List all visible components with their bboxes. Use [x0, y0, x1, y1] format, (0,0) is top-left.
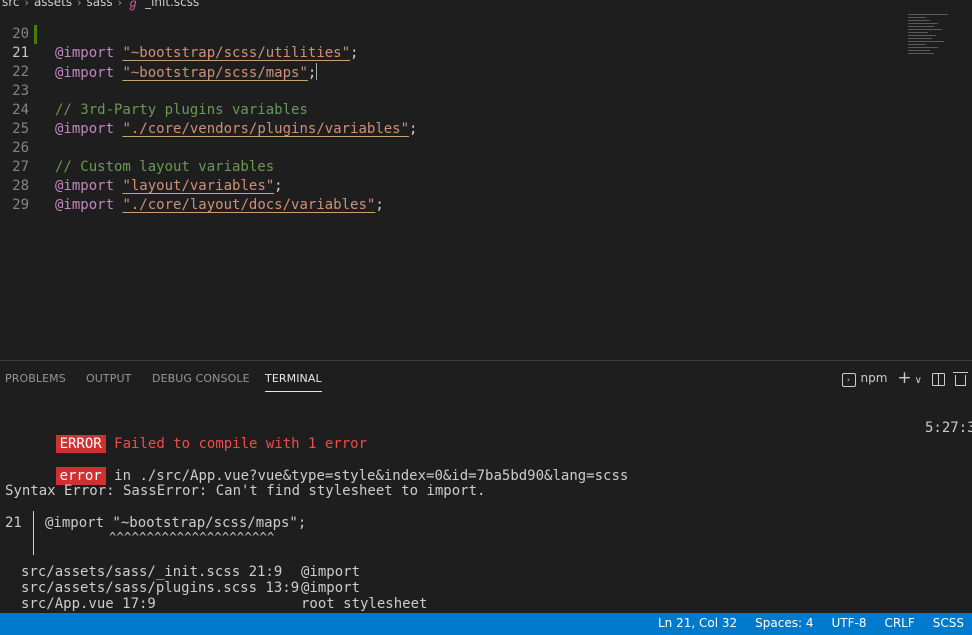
- stack-what: @import: [301, 580, 361, 596]
- code-excerpt-gutter: [33, 511, 34, 555]
- breadcrumb-item[interactable]: sass: [87, 0, 113, 9]
- code-line[interactable]: 26 // Custom layout variables: [0, 120, 900, 175]
- terminal-line: error in ./src/App.vue?vue&type=style&in…: [5, 451, 628, 485]
- error-location: in ./src/App.vue?vue&type=style&index=0&…: [105, 468, 629, 484]
- breadcrumb-item[interactable]: _init.scss: [145, 0, 199, 9]
- code-editor[interactable]: 20 @import "~bootstrap/scss/utilities"; …: [0, 0, 972, 360]
- stack-file: src/App.vue 17:9: [21, 596, 156, 612]
- breadcrumb: src › assets › sass › ℊ _init.scss: [0, 0, 972, 11]
- code-line[interactable]: 28 @import "./core/layout/docs/variables…: [0, 158, 900, 213]
- code-line[interactable]: 22: [0, 44, 900, 80]
- plus-icon: +: [897, 367, 912, 388]
- panel-actions: › npm + ∨: [841, 369, 968, 387]
- status-bar: Ln 21, Col 32 Spaces: 4 UTF-8 CRLF SCSS: [0, 613, 972, 635]
- chevron-right-icon: ›: [77, 0, 82, 9]
- indentation[interactable]: Spaces: 4: [755, 616, 813, 630]
- tab-debug-console[interactable]: DEBUG CONSOLE: [152, 372, 250, 385]
- line-number: 29: [12, 197, 29, 213]
- tab-problems[interactable]: PROBLEMS: [5, 372, 66, 385]
- code-line[interactable]: 29: [0, 177, 900, 213]
- cursor-position[interactable]: Ln 21, Col 32: [658, 616, 737, 630]
- line-endings[interactable]: CRLF: [884, 616, 914, 630]
- trash-icon[interactable]: [953, 371, 968, 386]
- code-line[interactable]: 27 @import "layout/variables";: [0, 139, 900, 194]
- new-terminal-button[interactable]: + ∨: [897, 369, 922, 387]
- error-message: Failed to compile with 1 error: [114, 436, 368, 452]
- terminal-icon: ›: [841, 373, 856, 387]
- minimap[interactable]: [908, 14, 964, 64]
- breadcrumb-item[interactable]: src: [2, 0, 20, 9]
- error-carets: ^^^^^^^^^^^^^^^^^^^^^^: [109, 530, 275, 544]
- chevron-right-icon: ›: [117, 0, 123, 9]
- keyword: @import: [55, 197, 115, 213]
- encoding[interactable]: UTF-8: [831, 616, 866, 630]
- code-line[interactable]: 23 // 3rd-Party plugins variables: [0, 63, 900, 118]
- string: "./core/layout/docs/variables": [122, 197, 376, 213]
- bottom-panel: PROBLEMS OUTPUT DEBUG CONSOLE TERMINAL ›…: [0, 360, 972, 614]
- language-mode[interactable]: SCSS: [933, 616, 964, 630]
- timestamp: 5:27:3: [925, 420, 972, 436]
- chevron-right-icon: ›: [24, 0, 29, 9]
- stack-file: src/assets/sass/plugins.scss 13:9: [21, 580, 300, 596]
- stack-file: src/assets/sass/_init.scss 21:9: [21, 564, 283, 580]
- code-line[interactable]: 25: [0, 101, 900, 137]
- code-excerpt-line-number: 21: [5, 515, 22, 531]
- sass-file-icon: ℊ: [127, 0, 140, 10]
- terminal-line: ERROR Failed to compile with 1 error: [5, 419, 367, 453]
- panel-tabs: PROBLEMS OUTPUT DEBUG CONSOLE TERMINAL: [0, 361, 972, 396]
- code-line[interactable]: 24 @import "./core/vendors/plugins/varia…: [0, 82, 900, 137]
- stack-what: @import: [301, 564, 361, 580]
- chevron-down-icon: ∨: [914, 374, 922, 386]
- terminal-selector[interactable]: › npm: [841, 371, 887, 387]
- code-line-active[interactable]: 21 @import "~bootstrap/scss/maps";: [0, 25, 900, 81]
- syntax-error-line: Syntax Error: SassError: Can't find styl…: [5, 483, 486, 499]
- stack-what: root stylesheet: [301, 596, 428, 612]
- split-terminal-icon[interactable]: [932, 372, 945, 386]
- status-bar-right: Ln 21, Col 32 Spaces: 4 UTF-8 CRLF SCSS: [658, 616, 964, 630]
- tab-terminal[interactable]: TERMINAL: [265, 372, 322, 392]
- breadcrumb-item[interactable]: assets: [34, 0, 72, 9]
- tab-output[interactable]: OUTPUT: [86, 372, 131, 385]
